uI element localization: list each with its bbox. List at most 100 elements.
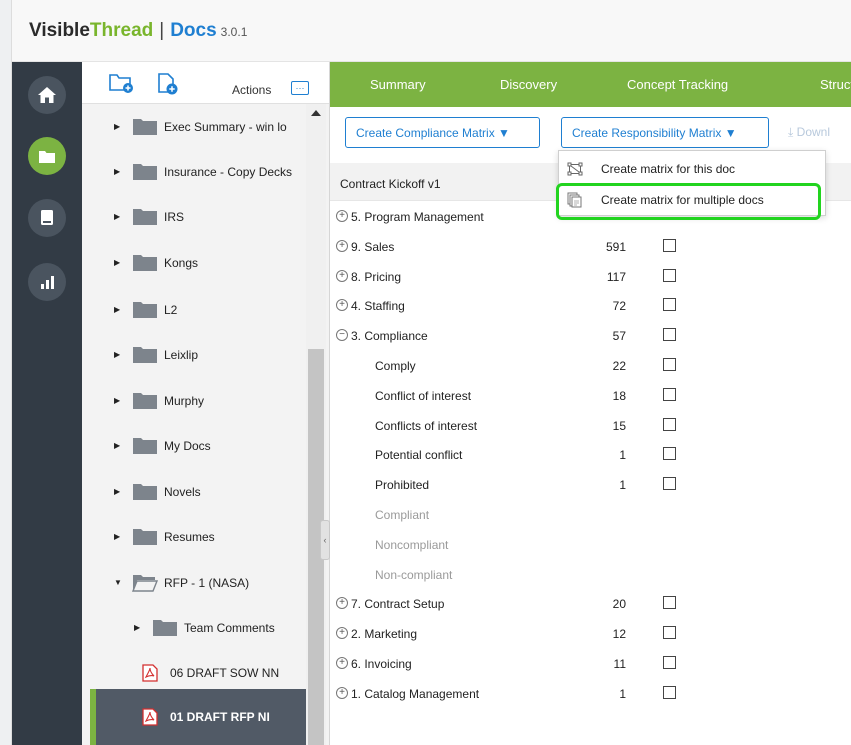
- concept-name: 1. Catalog Management: [351, 686, 480, 701]
- download-button[interactable]: ⤓ Downl: [788, 125, 830, 140]
- book-icon: [41, 210, 53, 225]
- concept-count: 12: [612, 627, 626, 642]
- tree-scrollbar[interactable]: [306, 104, 326, 745]
- concept-row[interactable]: +7. Contract Setup 20: [330, 588, 851, 618]
- documents-button[interactable]: [28, 137, 66, 175]
- concept-row[interactable]: Comply 22: [330, 350, 851, 380]
- concept-checkbox[interactable]: [663, 656, 676, 669]
- tree-item-insurance[interactable]: ▶ Insurance - Copy Decks: [90, 149, 306, 194]
- concept-row[interactable]: Conflicts of interest 15: [330, 410, 851, 440]
- scroll-up-arrow-icon[interactable]: [311, 110, 321, 116]
- concept-checkbox[interactable]: [663, 238, 676, 252]
- concept-checkbox[interactable]: [663, 358, 676, 371]
- concept-row[interactable]: +8. Pricing 117: [330, 261, 851, 291]
- concept-checkbox[interactable]: [663, 477, 676, 491]
- expand-icon[interactable]: +: [336, 627, 348, 640]
- concept-row[interactable]: Prohibited 1: [330, 469, 851, 499]
- expand-arrow-icon[interactable]: ▶: [114, 487, 126, 496]
- analytics-button[interactable]: [28, 263, 66, 301]
- folder-icon: [133, 392, 157, 409]
- new-document-icon[interactable]: [156, 72, 180, 96]
- expand-arrow-icon[interactable]: ▶: [114, 350, 126, 359]
- tree-item-my-docs[interactable]: ▶ My Docs: [90, 423, 306, 468]
- expand-icon[interactable]: +: [336, 210, 348, 222]
- create-responsibility-matrix-button[interactable]: Create Responsibility Matrix ▼: [561, 117, 769, 148]
- concept-checkbox[interactable]: [663, 626, 676, 640]
- tree-item-01-draft-rfp[interactable]: 01 DRAFT RFP NI: [90, 689, 306, 745]
- concept-row[interactable]: Compliant: [330, 499, 851, 529]
- panel-collapse-handle[interactable]: ‹: [320, 520, 330, 560]
- tree-item-kongs[interactable]: ▶ Kongs: [90, 240, 306, 285]
- menu-item-this-doc[interactable]: Create matrix for this doc: [559, 154, 825, 184]
- expand-arrow-icon[interactable]: ▶: [114, 167, 126, 176]
- tree-item-resumes[interactable]: ▶ Resumes: [90, 514, 306, 559]
- expand-icon[interactable]: +: [336, 686, 348, 699]
- background-window-edge: [0, 0, 12, 745]
- expand-arrow-icon[interactable]: ▶: [114, 441, 126, 450]
- icon-rail: [12, 62, 82, 745]
- tab-discovery[interactable]: Discovery: [500, 77, 557, 92]
- brand-separator: |: [159, 20, 165, 41]
- button-label: Create Responsibility Matrix ▼: [572, 125, 737, 140]
- responsibility-matrix-menu: Create matrix for this doc Create matrix…: [558, 150, 826, 216]
- expand-arrow-icon[interactable]: ▶: [114, 305, 126, 314]
- file-tree-panel: Actions ··· ▶ Exec Summary - win lo ▶ In…: [82, 62, 330, 745]
- expand-icon[interactable]: +: [336, 299, 348, 312]
- create-compliance-matrix-button[interactable]: Create Compliance Matrix ▼: [345, 117, 540, 148]
- tab-summary[interactable]: Summary: [370, 77, 426, 92]
- concept-checkbox[interactable]: [663, 417, 676, 431]
- expand-arrow-icon[interactable]: ▶: [114, 122, 126, 131]
- tab-structure[interactable]: Structu: [820, 77, 851, 92]
- concept-checkbox[interactable]: [663, 298, 676, 312]
- tree-item-label: Team Comments: [184, 620, 275, 635]
- concept-row[interactable]: Potential conflict 1: [330, 439, 851, 469]
- concept-checkbox[interactable]: [663, 268, 676, 282]
- tree-item-label: L2: [164, 302, 178, 317]
- concept-count: 15: [612, 418, 626, 433]
- concept-row[interactable]: +1. Catalog Management 1: [330, 678, 851, 708]
- concept-row[interactable]: −3. Compliance 57: [330, 320, 851, 350]
- tab-concept-tracking[interactable]: Concept Tracking: [627, 77, 728, 92]
- home-button[interactable]: [28, 76, 66, 114]
- collapse-icon[interactable]: −: [336, 329, 348, 342]
- concept-checkbox[interactable]: [663, 447, 676, 461]
- expand-arrow-icon[interactable]: ▶: [134, 623, 146, 632]
- tree-item-label: Resumes: [164, 529, 215, 544]
- concept-row[interactable]: Noncompliant: [330, 529, 851, 559]
- concept-checkbox[interactable]: [663, 328, 676, 342]
- concept-row[interactable]: +9. Sales 591: [330, 231, 851, 261]
- concept-checkbox[interactable]: [663, 685, 676, 699]
- concept-row[interactable]: Non-compliant: [330, 559, 851, 589]
- tree-item-exec-summary[interactable]: ▶ Exec Summary - win lo: [90, 104, 306, 149]
- actions-menu-button[interactable]: ···: [291, 81, 309, 95]
- expand-icon[interactable]: +: [336, 657, 348, 669]
- concept-checkbox[interactable]: [663, 596, 676, 610]
- menu-item-multiple-docs[interactable]: Create matrix for multiple docs: [559, 185, 825, 215]
- expand-icon[interactable]: +: [336, 239, 348, 252]
- tree-item-rfp-nasa[interactable]: ▼ RFP - 1 (NASA): [90, 560, 306, 605]
- expand-arrow-icon[interactable]: ▶: [114, 532, 126, 541]
- concept-row[interactable]: +2. Marketing 12: [330, 618, 851, 648]
- concept-row[interactable]: +4. Staffing 72: [330, 290, 851, 320]
- concept-row[interactable]: Conflict of interest 18: [330, 380, 851, 410]
- expand-arrow-icon[interactable]: ▶: [114, 396, 126, 405]
- new-folder-icon[interactable]: [108, 72, 134, 94]
- tree-item-irs[interactable]: ▶ IRS: [90, 194, 306, 239]
- version-label: 3.0.1: [220, 25, 248, 39]
- library-button[interactable]: [28, 199, 66, 237]
- concept-row[interactable]: +6. Invoicing 11: [330, 648, 851, 678]
- tree-item-novels[interactable]: ▶ Novels: [90, 469, 306, 514]
- app-header: VisibleThread | Docs 3.0.1: [12, 0, 851, 62]
- main-nav: Summary Discovery Concept Tracking Struc…: [330, 62, 851, 107]
- expand-arrow-icon[interactable]: ▶: [114, 212, 126, 221]
- collapse-arrow-icon[interactable]: ▼: [114, 578, 126, 587]
- tree-toolbar: Actions ···: [82, 62, 329, 104]
- tree-item-l2[interactable]: ▶ L2: [90, 287, 306, 332]
- tree-item-leixlip[interactable]: ▶ Leixlip: [90, 332, 306, 377]
- expand-arrow-icon[interactable]: ▶: [114, 258, 126, 267]
- concept-checkbox[interactable]: [663, 387, 676, 401]
- expand-icon[interactable]: +: [336, 597, 348, 610]
- expand-icon[interactable]: +: [336, 269, 348, 282]
- tree-item-murphy[interactable]: ▶ Murphy: [90, 378, 306, 423]
- tree-item-team-comments[interactable]: ▶ Team Comments: [90, 605, 306, 650]
